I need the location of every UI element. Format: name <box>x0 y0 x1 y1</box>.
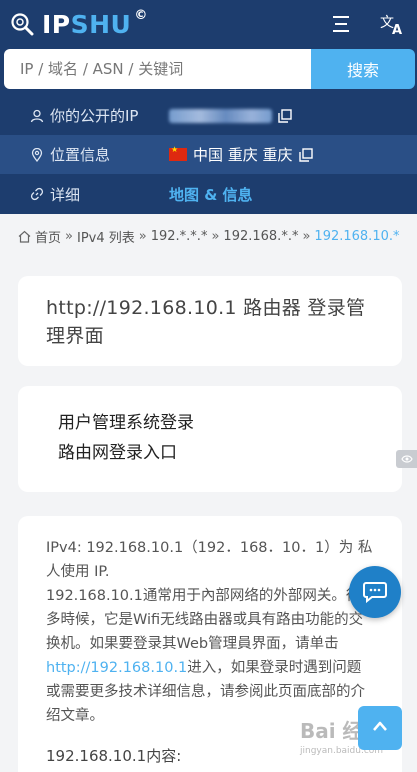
breadcrumb-separator: » <box>138 228 147 244</box>
breadcrumb-current[interactable]: 192.168.10.* <box>314 229 399 244</box>
top-header: IPSHU © 文 A <box>0 0 417 48</box>
eye-icon <box>400 455 413 463</box>
location-value: 中国 重庆 重庆 <box>193 146 293 164</box>
public-ip-label-wrap: 你的公开的IP <box>30 105 138 126</box>
breadcrumb-192[interactable]: 192.*.*.* <box>151 229 208 244</box>
home-icon <box>18 230 31 243</box>
public-ip-value <box>169 108 292 123</box>
public-ip-label: 你的公开的IP <box>50 107 139 125</box>
details-label: 详细 <box>50 185 81 204</box>
public-ip-row: 你的公开的IP <box>0 96 417 135</box>
description-paragraph: 192.168.10.1通常用于內部网络的外部网关。很多時候，它是Wifi无线路… <box>46 588 365 724</box>
logo-text: IPSHU <box>42 9 132 39</box>
copy-icon[interactable] <box>278 108 292 123</box>
details-row: 详细 地图 & 信息 <box>0 174 417 214</box>
breadcrumb-separator: » <box>211 228 220 244</box>
visitor-info-panel: 你的公开的IP 位置信息 中国 重庆 重庆 <box>0 96 417 214</box>
page-title: http://192.168.10.1 路由器 登录管理界面 <box>46 297 366 347</box>
ipv4-summary: IPv4: 192.168.10.1（192．168．10．1）为 私人使用 I… <box>46 540 373 580</box>
hamburger-menu-icon[interactable] <box>330 13 352 35</box>
router-admin-link[interactable]: http://192.168.10.1 <box>46 660 187 676</box>
router-login-link[interactable]: 路由网登录入口 <box>58 438 362 468</box>
site-logo[interactable]: IPSHU © <box>10 7 148 39</box>
location-pin-icon <box>31 147 43 162</box>
logo-copyright-mark: © <box>134 7 148 23</box>
location-label: 位置信息 <box>50 146 111 164</box>
link-icon <box>30 187 44 201</box>
location-value-wrap: 中国 重庆 重庆 <box>169 144 313 165</box>
map-info-link[interactable]: 地图 & 信息 <box>169 184 253 205</box>
arrow-up-icon <box>373 721 387 731</box>
translate-icon[interactable]: 文 A <box>380 11 406 37</box>
magnifier-logo-icon <box>11 13 34 36</box>
svg-text:A: A <box>392 23 402 37</box>
search-button[interactable]: 搜索 <box>311 49 415 89</box>
breadcrumb-192-168[interactable]: 192.168.*.* <box>223 229 298 244</box>
details-label-wrap: 详细 <box>30 184 80 205</box>
search-bar: 搜索 <box>0 48 417 96</box>
breadcrumb-separator: » <box>65 228 73 244</box>
search-input[interactable] <box>4 49 311 89</box>
blurred-ip-address <box>169 108 272 123</box>
breadcrumb-separator: » <box>302 228 311 244</box>
user-icon <box>30 109 44 122</box>
breadcrumb-ipv4-list[interactable]: IPv4 列表 <box>77 227 135 246</box>
china-flag-icon <box>169 145 187 161</box>
back-to-top-button[interactable] <box>358 706 402 750</box>
side-feedback-tab[interactable] <box>396 450 417 468</box>
breadcrumb-home[interactable]: 首页 <box>35 227 61 246</box>
chat-bubble-icon <box>363 582 387 603</box>
breadcrumb: 首页 » IPv4 列表 » 192.*.*.* » 192.168.*.* »… <box>0 214 417 258</box>
title-card: http://192.168.10.1 路由器 登录管理界面 <box>18 276 402 366</box>
location-row: 位置信息 中国 重庆 重庆 <box>0 135 417 174</box>
location-label-wrap: 位置信息 <box>30 144 110 165</box>
chat-button[interactable] <box>349 566 401 618</box>
login-links-card: 用户管理系统登录 路由网登录入口 <box>18 386 402 492</box>
copy-icon[interactable] <box>298 147 313 162</box>
user-login-link[interactable]: 用户管理系统登录 <box>58 408 362 438</box>
